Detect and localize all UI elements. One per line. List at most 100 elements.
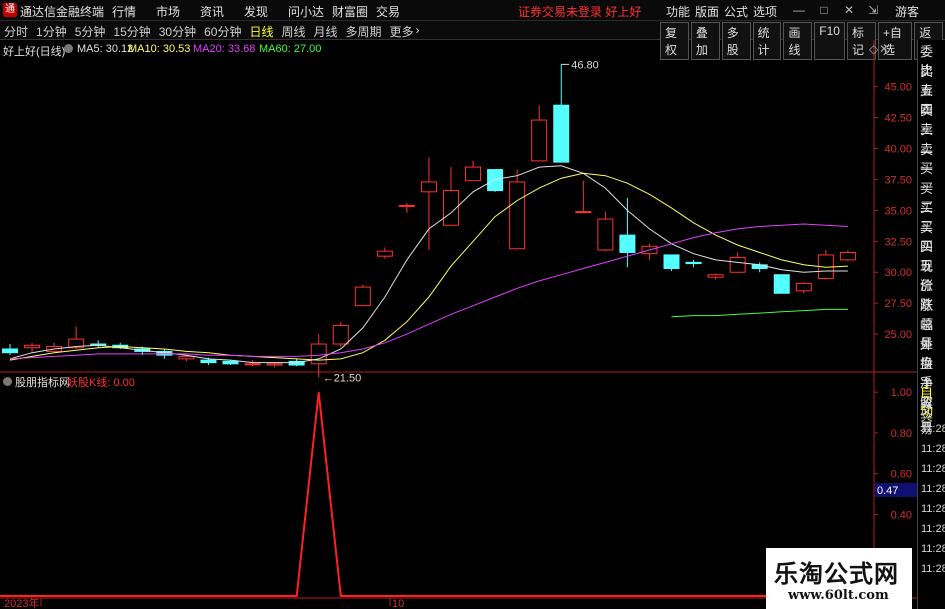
price-tick-label: 37.50 — [884, 174, 912, 186]
indicator-panel[interactable] — [0, 392, 874, 597]
trade-time: 11:28 — [921, 563, 945, 575]
minimize-icon[interactable]: — — [791, 2, 807, 18]
price-tick-label: 42.50 — [884, 113, 912, 125]
candle[interactable] — [465, 160, 482, 182]
maximize-icon[interactable]: □ — [816, 2, 832, 18]
ma-legend-item: MA20: 33.68 — [193, 43, 256, 55]
candle[interactable] — [68, 326, 85, 349]
candle[interactable] — [553, 64, 570, 163]
guest-user[interactable]: 游客 — [895, 3, 919, 20]
menu-item-layout[interactable]: 版面 — [695, 3, 724, 20]
candle-body-down — [685, 261, 702, 265]
period-tab-5[interactable]: 60分钟 — [204, 23, 241, 40]
candle-body-up — [420, 181, 437, 193]
x-tick-label-year: 2023年 — [4, 596, 39, 609]
diamond-icon[interactable]: ◇ — [869, 42, 878, 56]
close-icon[interactable]: ✕ — [841, 2, 857, 18]
kline-chart[interactable]: 25.00 27.50 30.00 32.50 35.00 37.50 40.00 42.50… — [0, 40, 917, 609]
candle[interactable] — [531, 105, 548, 162]
candle-body-up — [597, 218, 614, 251]
ma-legend-item: MA60: 27.00 — [259, 43, 322, 55]
fullscreen-icon[interactable]: ⇲ — [865, 2, 881, 18]
candle-body-up — [839, 251, 856, 261]
high-marker-label: 46.80 — [571, 59, 599, 71]
menu-item-quotes[interactable]: 行情 — [112, 3, 156, 20]
candle[interactable] — [24, 342, 41, 353]
candle[interactable] — [46, 342, 63, 353]
more-chevron-icon[interactable]: › — [416, 23, 420, 40]
candle-body-up — [575, 211, 592, 214]
period-toolbar: 分时 1分钟 5分钟 15分钟 30分钟 60分钟 日线 周线 月线 多周期 更多 › 复权 叠加 多… — [0, 21, 945, 60]
trade-login-status[interactable]: 证券交易未登录 好上好 — [518, 3, 641, 20]
period-tab-1[interactable]: 1分钟 — [36, 23, 67, 40]
right-menu: 功能 版面 公式 选项 — [666, 3, 782, 20]
candle-body-up — [398, 204, 415, 207]
candle-body-up — [310, 343, 327, 365]
candle[interactable] — [597, 211, 614, 252]
candle-body-down — [663, 254, 680, 270]
candle[interactable] — [773, 274, 790, 294]
candle[interactable] — [487, 169, 504, 192]
quote-side-panel: 委比 卖五 卖四 卖三 卖二 卖一 买一 买二 买三 买四 买五 现价 涨跌 涨幅 总量 外盘 换手 净资 收益 自动… — [917, 40, 945, 609]
trade-time: 11:28 — [921, 503, 945, 515]
period-tab-0[interactable]: 分时 — [4, 23, 28, 40]
trade-time: 11:28 — [921, 423, 945, 435]
candle[interactable] — [663, 254, 680, 272]
candle[interactable] — [707, 273, 724, 280]
period-tab-2[interactable]: 5分钟 — [75, 23, 106, 40]
menu-item-formula[interactable]: 公式 — [724, 3, 753, 20]
candle-body-up — [376, 250, 393, 257]
x-tick-label-month: 10 — [392, 598, 404, 609]
settings-dot-icon[interactable] — [64, 44, 73, 53]
candle-body-down — [200, 359, 217, 364]
y-axis-ticks: 25.00 27.50 30.00 32.50 35.00 37.50 40.00 42.50… — [874, 82, 917, 603]
period-tab-4[interactable]: 30分钟 — [159, 23, 196, 40]
candle[interactable] — [575, 180, 592, 214]
candlesticks[interactable] — [2, 64, 856, 378]
menu-item-ask[interactable]: 问小达 — [288, 3, 332, 20]
price-tick-label: 32.50 — [884, 236, 912, 248]
menu-item-functions[interactable]: 功能 — [666, 3, 695, 20]
period-tab-6[interactable]: 日线 — [249, 23, 273, 40]
candle[interactable] — [266, 362, 283, 368]
menu-item-options[interactable]: 选项 — [753, 3, 782, 20]
candle[interactable] — [619, 198, 636, 268]
candle[interactable] — [332, 321, 349, 347]
candle[interactable] — [509, 169, 526, 250]
candle[interactable] — [244, 360, 261, 367]
candle-body-up — [178, 355, 195, 360]
candle[interactable] — [685, 259, 702, 268]
candle[interactable] — [398, 202, 415, 213]
indicator-tick-label: 0.80 — [891, 428, 912, 440]
period-tab-3[interactable]: 15分钟 — [113, 23, 150, 40]
indicator-settings-icon[interactable] — [3, 377, 12, 386]
watermark: 乐淘公式网 www.60lt.com — [766, 548, 912, 609]
price-tick-label: 30.00 — [884, 267, 912, 279]
period-tab-8[interactable]: 月线 — [314, 23, 338, 40]
candle[interactable] — [817, 249, 834, 280]
candle[interactable] — [795, 282, 812, 294]
menu-item-trade[interactable]: 交易 — [376, 3, 420, 20]
candle[interactable] — [90, 340, 107, 348]
candle-body-up — [509, 181, 526, 250]
price-tick-label: 27.50 — [884, 298, 912, 310]
ma-legend-item: MA10: 30.53 — [128, 43, 191, 55]
candle-body-down — [619, 234, 636, 253]
menu-item-community[interactable]: 财富圈 — [332, 3, 376, 20]
candle[interactable] — [2, 344, 18, 356]
watermark-url: www.60lt.com — [788, 588, 889, 603]
period-tab-9[interactable]: 多周期 — [346, 23, 382, 40]
menu-item-news[interactable]: 资讯 — [200, 3, 244, 20]
close-panel-icon[interactable]: ✕ — [879, 42, 889, 56]
candle[interactable] — [839, 249, 856, 262]
candle[interactable] — [376, 247, 393, 259]
price-tick-label: 35.00 — [884, 205, 912, 217]
menu-item-market[interactable]: 市场 — [156, 3, 200, 20]
period-tab-10[interactable]: 更多 — [390, 23, 414, 40]
watermark-title: 乐淘公式网 — [774, 560, 899, 588]
menu-item-discover[interactable]: 发现 — [244, 3, 288, 20]
candle[interactable] — [354, 284, 371, 307]
app-title: 通达信金融终端 — [20, 5, 105, 19]
period-tab-7[interactable]: 周线 — [281, 23, 305, 40]
indicator-tick-label: 0.40 — [891, 509, 912, 521]
